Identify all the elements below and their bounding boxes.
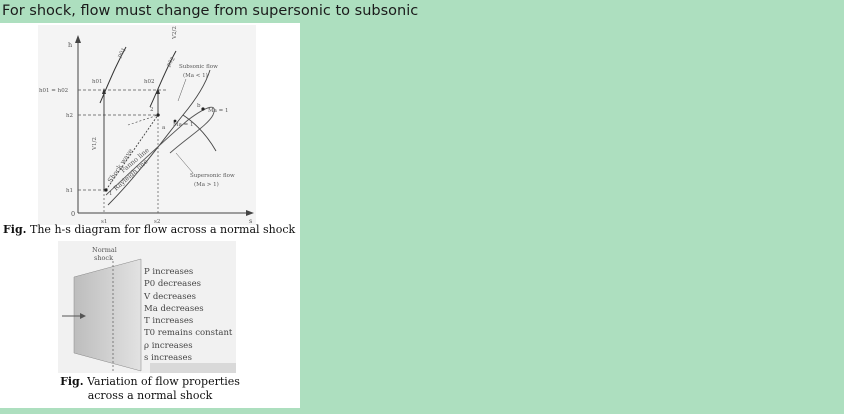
property-item: Ma decreases — [144, 303, 204, 314]
label-subsonic: Subsonic flow — [179, 64, 218, 70]
label-h2: h2 — [66, 113, 73, 119]
label-v1: V1/2 — [92, 137, 98, 151]
label-supersonic: Supersonic flow — [190, 173, 235, 179]
shock-caption-fig: Fig. — [60, 375, 84, 388]
origin-label: 0 — [71, 210, 75, 218]
page-heading: For shock, flow must change from superso… — [2, 3, 419, 19]
label-h02: h02 — [144, 79, 155, 85]
label-shock: shock — [94, 254, 113, 262]
property-item: T increases — [144, 316, 194, 327]
property-item: ρ increases — [144, 340, 193, 351]
shock-caption-line1: Variation of flow properties — [83, 375, 240, 388]
hs-caption-text: The h-s diagram for flow across a normal… — [26, 223, 296, 236]
property-item: T0 remains constant — [144, 328, 233, 339]
label-supersonic-ma: (Ma > 1) — [194, 181, 219, 188]
label-point-2: 2 — [150, 107, 154, 113]
property-item: s increases — [144, 353, 192, 364]
label-v2: V2/2 — [172, 26, 178, 40]
label-point-1: 1 — [109, 191, 113, 197]
label-point-b: b — [197, 103, 201, 109]
hs-caption-fig: Fig. — [3, 223, 27, 236]
label-subsonic-ma: (Ma < 1) — [183, 72, 208, 79]
label-h01: h01 — [92, 79, 103, 85]
label-ma1-inner: Ma = 1 — [173, 122, 194, 128]
property-item: P0 decreases — [144, 279, 201, 290]
hs-diagram-caption: Fig. The h-s diagram for flow across a n… — [3, 223, 295, 236]
shock-diagram-caption: Fig. Variation of flow properties across… — [55, 375, 245, 403]
property-item: P increases — [144, 267, 194, 277]
label-h01-h02: h01 = h02 — [39, 88, 68, 94]
label-h1: h1 — [66, 188, 73, 194]
property-item: V decreases — [144, 291, 196, 302]
hs-diagram-svg: h s 0 h01 = h02 h2 h1 s1 s2 p01 p02 h01 … — [38, 25, 256, 225]
label-normal: Normal — [92, 246, 117, 254]
label-ma1-right: Ma = 1 — [208, 108, 229, 114]
axis-y-label: h — [68, 41, 72, 49]
figure-image: h s 0 h01 = h02 h2 h1 s1 s2 p01 p02 h01 … — [0, 23, 300, 408]
shock-caption-line2: across a normal shock — [87, 389, 213, 402]
property-list: P increases P0 decreases V decreases Ma … — [144, 266, 232, 364]
hs-diagram: h s 0 h01 = h02 h2 h1 s1 s2 p01 p02 h01 … — [38, 25, 256, 225]
